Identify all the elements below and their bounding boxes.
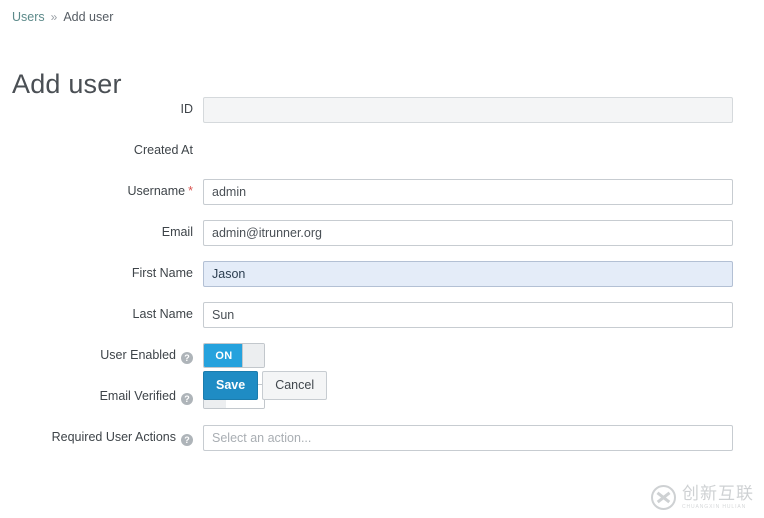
help-icon-email-verified[interactable]: ? bbox=[181, 393, 193, 405]
label-text: First Name bbox=[132, 266, 193, 280]
label-text: Email bbox=[162, 225, 193, 239]
breadcrumb-current-add-user: Add user bbox=[63, 10, 113, 24]
toggle-state-label: ON bbox=[204, 344, 244, 367]
watermark-cn-label: 创新互联 bbox=[682, 486, 754, 503]
label-text: Username bbox=[127, 184, 185, 198]
label-first-name: First Name bbox=[0, 265, 193, 282]
label-text: ID bbox=[181, 102, 194, 116]
required-asterisk-icon: * bbox=[185, 184, 193, 198]
form-row-first-name: First Name bbox=[0, 261, 764, 302]
field-wrap-id bbox=[203, 97, 733, 123]
cancel-button[interactable]: Cancel bbox=[262, 371, 327, 400]
form-row-user-enabled: User Enabled? ON bbox=[0, 343, 764, 384]
form-row-required-user-actions: Required User Actions? bbox=[0, 425, 764, 466]
page-title: Add user bbox=[12, 68, 122, 100]
field-wrap-required-user-actions bbox=[203, 425, 733, 451]
form-row-username: Username* bbox=[0, 179, 764, 220]
label-text: Required User Actions bbox=[52, 430, 176, 444]
help-icon-required-user-actions[interactable]: ? bbox=[181, 434, 193, 446]
label-username: Username* bbox=[0, 183, 193, 200]
input-email[interactable] bbox=[203, 220, 733, 246]
input-last-name[interactable] bbox=[203, 302, 733, 328]
label-text: Last Name bbox=[133, 307, 193, 321]
field-wrap-first-name bbox=[203, 261, 733, 287]
label-id: ID bbox=[0, 101, 193, 118]
label-email: Email bbox=[0, 224, 193, 241]
label-last-name: Last Name bbox=[0, 306, 193, 323]
label-user-enabled: User Enabled? bbox=[0, 347, 193, 364]
form-row-email: Email bbox=[0, 220, 764, 261]
watermark-logo: 创新互联 CHUANGXIN HULIAN bbox=[651, 485, 754, 510]
label-email-verified: Email Verified? bbox=[0, 388, 193, 405]
input-username[interactable] bbox=[203, 179, 733, 205]
label-created-at: Created At bbox=[0, 142, 193, 159]
toggle-user-enabled[interactable]: ON bbox=[203, 343, 265, 368]
label-required-user-actions: Required User Actions? bbox=[0, 429, 193, 446]
toggle-knob bbox=[242, 344, 264, 367]
form-actions: SaveCancel bbox=[203, 371, 327, 400]
field-wrap-user-enabled: ON bbox=[203, 343, 265, 368]
help-icon-user-enabled[interactable]: ? bbox=[181, 352, 193, 364]
input-id bbox=[203, 97, 733, 123]
field-wrap-username bbox=[203, 179, 733, 205]
label-text: Created At bbox=[134, 143, 193, 157]
form-row-email-verified: Email Verified?OFF bbox=[0, 384, 764, 425]
breadcrumb-separator-icon: » bbox=[45, 10, 64, 24]
field-wrap-last-name bbox=[203, 302, 733, 328]
field-wrap-email bbox=[203, 220, 733, 246]
save-button[interactable]: Save bbox=[203, 371, 258, 400]
input-first-name[interactable] bbox=[203, 261, 733, 287]
breadcrumb: Users»Add user bbox=[12, 9, 113, 25]
form-row-id: ID bbox=[0, 97, 764, 138]
add-user-form: ID Created At Username* Email First Name Last… bbox=[0, 97, 764, 466]
watermark-en-label: CHUANGXIN HULIAN bbox=[682, 505, 754, 510]
breadcrumb-link-users[interactable]: Users bbox=[12, 10, 45, 24]
select-input-required-user-actions[interactable] bbox=[203, 425, 733, 451]
label-text: User Enabled bbox=[100, 348, 176, 362]
circled-x-icon bbox=[651, 485, 676, 510]
form-row-created-at: Created At bbox=[0, 138, 764, 179]
add-user-page: Users»Add user Add user IDCreated AtUser… bbox=[0, 0, 764, 518]
form-row-last-name: Last Name bbox=[0, 302, 764, 343]
label-text: Email Verified bbox=[100, 389, 176, 403]
watermark-text: 创新互联 CHUANGXIN HULIAN bbox=[682, 486, 754, 510]
